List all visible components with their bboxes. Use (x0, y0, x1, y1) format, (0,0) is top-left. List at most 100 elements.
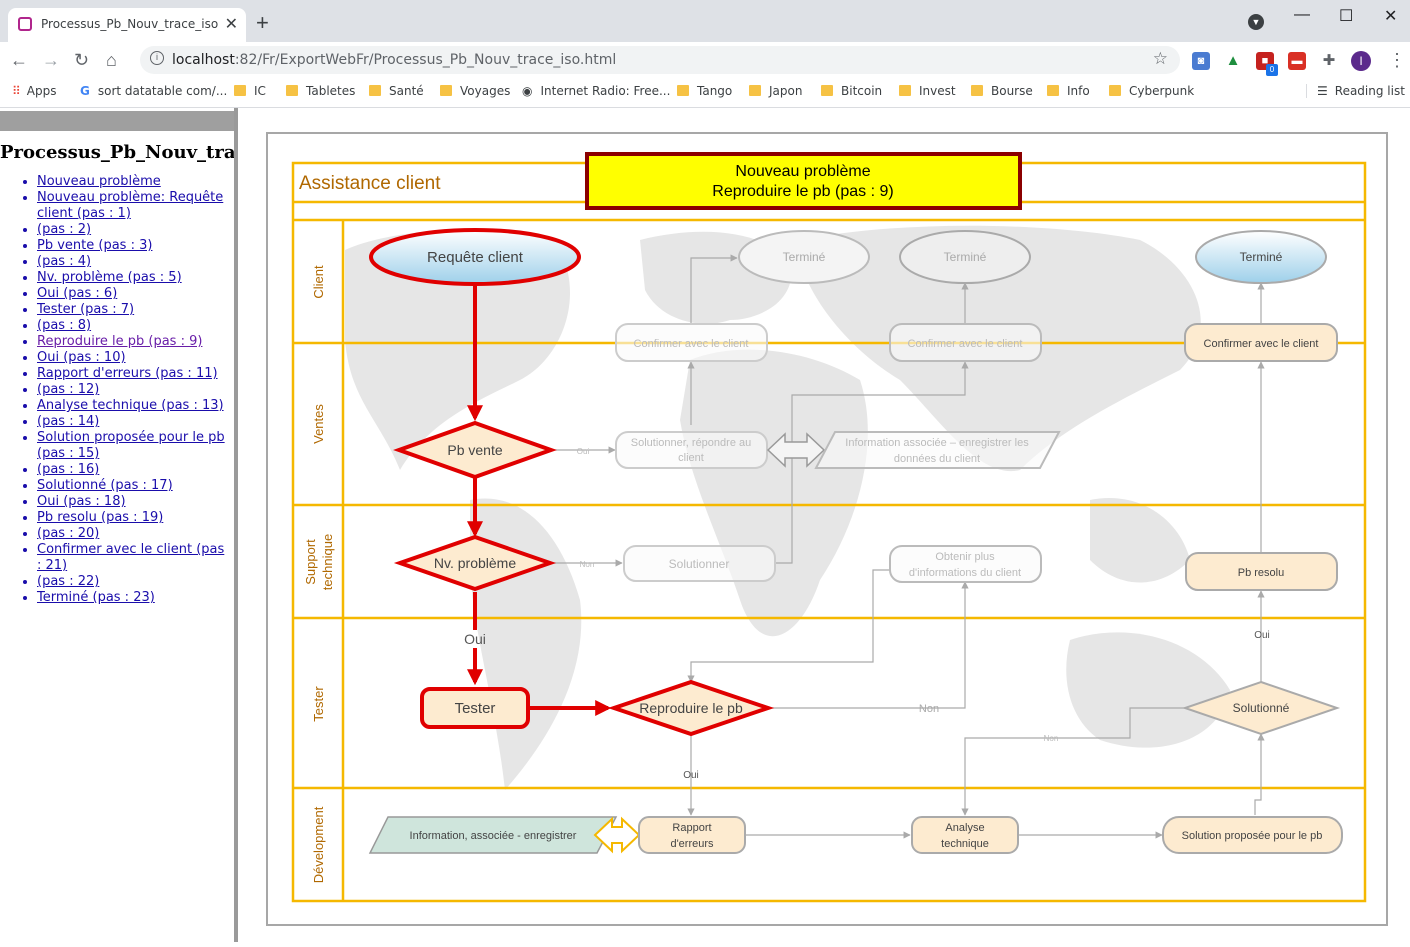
step-link[interactable]: (pas : 8) (37, 318, 91, 333)
analyse-label-1: Analyse (945, 822, 984, 834)
tab-title: Processus_Pb_Nouv_trace_iso (41, 17, 219, 31)
termine-label-2: Terminé (944, 250, 987, 264)
reload-icon[interactable]: ↻ (74, 50, 89, 71)
step-link[interactable]: (pas : 12) (37, 382, 99, 397)
folder-icon (899, 85, 911, 96)
tab-search-icon[interactable]: ▼ (1248, 14, 1264, 30)
step-link[interactable]: Rapport d'erreurs (pas : 11) (37, 366, 218, 381)
bookmark-sort-datatable[interactable]: Gsort datatable com/... (80, 84, 227, 98)
bookmark-internet-radio[interactable]: ◉ Internet Radio: Free... (522, 84, 670, 98)
connector-label-oui-resolu: Oui (1254, 630, 1270, 641)
page-title: Processus_Pb_Nouv_trace (0, 142, 236, 163)
step-list-item: Confirmer avec le client (pas : 21) (37, 542, 232, 574)
bookmark-star-icon[interactable]: ☆ (1153, 49, 1168, 69)
reproduire-label: Reproduire le pb (639, 700, 743, 716)
process-diagram: Assistance client Client Ventes Support … (266, 132, 1388, 926)
folder-icon (1047, 85, 1059, 96)
lane-label-support: Support (303, 539, 318, 585)
step-link[interactable]: Analyse technique (pas : 13) (37, 398, 224, 413)
url-text: localhost:82/Fr/ExportWebFr/Processus_Pb… (172, 52, 616, 68)
step-link[interactable]: Nouveau problème (37, 174, 161, 189)
bookmark-cyberpunk[interactable]: Cyberpunk (1109, 84, 1194, 98)
step-link[interactable]: Solution proposée pour le pb (pas : 15) (37, 430, 225, 461)
home-icon[interactable]: ⌂ (106, 50, 117, 71)
browser-tab[interactable]: Processus_Pb_Nouv_trace_iso ✕ (8, 8, 246, 42)
drive-extension-icon[interactable]: ▲ (1224, 52, 1242, 70)
step-link[interactable]: (pas : 22) (37, 574, 99, 589)
step-list-item: Analyse technique (pas : 13) (37, 398, 232, 414)
bookmark-apps[interactable]: ⠿ Apps (12, 84, 57, 98)
minimize-icon[interactable]: — (1294, 6, 1310, 24)
camera-extension-icon[interactable]: ◙ (1192, 52, 1210, 70)
step-link[interactable]: (pas : 16) (37, 462, 99, 477)
step-list-item: Nv. problème (pas : 5) (37, 270, 232, 286)
step-list-item: (pas : 4) (37, 254, 232, 270)
browser-toolbar: ← → ↻ ⌂ i localhost:82/Fr/ExportWebFr/Pr… (0, 42, 1410, 78)
step-link[interactable]: Tester (pas : 7) (37, 302, 134, 317)
step-link[interactable]: (pas : 20) (37, 526, 99, 541)
address-bar[interactable]: i localhost:82/Fr/ExportWebFr/Processus_… (140, 46, 1180, 74)
bookmark-invest[interactable]: Invest (899, 84, 956, 98)
confirmer-label-2: Confirmer avec le client (908, 338, 1023, 350)
maximize-icon[interactable]: ☐ (1339, 6, 1353, 26)
site-info-icon[interactable]: i (150, 51, 164, 65)
confirmer-label-3: Confirmer avec le client (1204, 338, 1319, 350)
step-link[interactable]: Nv. problème (pas : 5) (37, 270, 182, 285)
step-link[interactable]: Oui (pas : 6) (37, 286, 117, 301)
step-link[interactable]: Terminé (pas : 23) (37, 590, 155, 605)
extensions-puzzle-icon[interactable]: ✚ (1320, 52, 1338, 70)
reading-list-button[interactable]: ☰ Reading list (1306, 84, 1405, 98)
bookmark-bourse[interactable]: Bourse (971, 84, 1033, 98)
step-link[interactable]: Reproduire le pb (pas : 9) (37, 334, 202, 349)
rapport-label-2: d'erreurs (670, 838, 714, 850)
profile-avatar[interactable]: I (1351, 51, 1371, 71)
browser-menu-icon[interactable]: ⋮ (1388, 50, 1406, 71)
new-tab-button[interactable]: + (256, 10, 269, 36)
solution-proposee-label: Solution proposée pour le pb (1182, 830, 1323, 842)
step-link[interactable]: Solutionné (pas : 17) (37, 478, 173, 493)
folder-icon (1109, 85, 1121, 96)
obtenir-plus-label-1: Obtenir plus (935, 551, 995, 563)
bookmark-tabletes[interactable]: Tabletes (286, 84, 355, 98)
bookmark-voyages[interactable]: Voyages (440, 84, 510, 98)
confirmer-label-1: Confirmer avec le client (634, 338, 749, 350)
solutionne-label: Solutionné (1233, 701, 1290, 715)
close-tab-icon[interactable]: ✕ (225, 14, 238, 34)
info-enregistrer-label-1: Information associée – enregistrer les (845, 437, 1029, 449)
step-link[interactable]: Confirmer avec le client (pas : 21) (37, 542, 224, 573)
step-list-item: (pas : 8) (37, 318, 232, 334)
step-link[interactable]: (pas : 4) (37, 254, 91, 269)
folder-icon (971, 85, 983, 96)
step-link[interactable]: (pas : 2) (37, 222, 91, 237)
step-link[interactable]: Oui (pas : 10) (37, 350, 126, 365)
lane-label-development: Dévelopment (311, 806, 326, 883)
step-link[interactable]: Pb vente (pas : 3) (37, 238, 152, 253)
page-favicon-icon (18, 17, 32, 31)
bookmark-ic[interactable]: IC (234, 84, 266, 98)
bookmarks-bar: ⠿ Apps Gsort datatable com/... IC Tablete… (0, 78, 1410, 108)
back-arrow-icon[interactable]: ← (10, 50, 28, 71)
analyse-label-2: technique (941, 838, 989, 850)
step-link[interactable]: Oui (pas : 18) (37, 494, 126, 509)
bookmark-info[interactable]: Info (1047, 84, 1090, 98)
step-list-item: (pas : 2) (37, 222, 232, 238)
step-link[interactable]: Nouveau problème: Requête client (pas : … (37, 190, 223, 221)
step-link[interactable]: Pb resolu (pas : 19) (37, 510, 163, 525)
bookmark-tango[interactable]: Tango (677, 84, 732, 98)
callout-line-2: Reproduire le pb (pas : 9) (712, 183, 893, 200)
step-list-item: Nouveau problème (37, 174, 232, 190)
bookmark-sante[interactable]: Santé (369, 84, 424, 98)
step-link[interactable]: (pas : 14) (37, 414, 99, 429)
red-extension-icon[interactable]: ▬ (1288, 52, 1306, 70)
connector-label-oui-1: Oui (577, 447, 590, 456)
step-list-item: Terminé (pas : 23) (37, 590, 232, 606)
bookmark-bitcoin[interactable]: Bitcoin (821, 84, 882, 98)
forward-arrow-icon[interactable]: → (42, 50, 60, 71)
step-list-item: Nouveau problème: Requête client (pas : … (37, 190, 232, 222)
folder-icon (369, 85, 381, 96)
close-window-icon[interactable]: ✕ (1384, 6, 1397, 26)
pb-vente-label: Pb vente (447, 442, 502, 458)
step-list-item: Pb vente (pas : 3) (37, 238, 232, 254)
bookmark-japon[interactable]: Japon (749, 84, 802, 98)
termine-label-1: Terminé (783, 250, 826, 264)
